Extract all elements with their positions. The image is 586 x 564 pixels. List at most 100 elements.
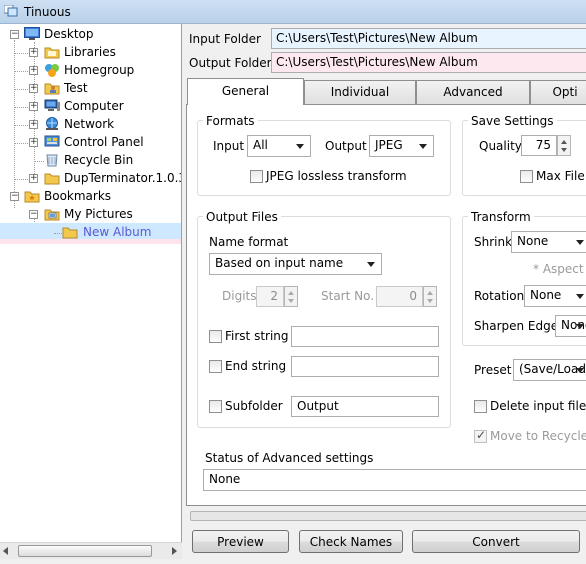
tree-item-dupterminator[interactable]: + DupTerminator.1.0.3.E [0, 170, 181, 188]
first-string-label: First string [225, 329, 289, 343]
tree-item-label: Desktop [44, 27, 94, 41]
tree-item-bookmarks[interactable]: − Bookmarks [0, 188, 181, 206]
tree-item-control-panel[interactable]: + Control Panel [0, 134, 181, 152]
output-format-value: JPEG [375, 138, 403, 152]
tree-item-recycle-bin[interactable]: Recycle Bin [0, 152, 181, 170]
aspect-ratio-note: * Aspect r [533, 262, 586, 276]
delete-input-files-label: Delete input files [490, 399, 586, 413]
preset-select[interactable]: (Save/Load S [513, 359, 586, 381]
check-names-button[interactable]: Check Names [299, 530, 403, 553]
digits-field[interactable]: 2 [256, 286, 284, 307]
collapse-icon[interactable]: − [10, 192, 19, 201]
sharpen-edge-label: Sharpen Edge [474, 319, 559, 333]
start-no-label: Start No. [321, 289, 375, 303]
jpeg-lossless-checkbox[interactable] [250, 170, 263, 183]
quality-stepper[interactable] [557, 135, 571, 156]
scrollbar-thumb[interactable] [18, 545, 152, 557]
tree-item-label: Libraries [64, 45, 116, 59]
folder-icon [44, 173, 60, 185]
end-string-checkbox[interactable] [209, 360, 222, 373]
quality-field[interactable]: 75 [521, 135, 557, 156]
shrink-select[interactable]: None [511, 231, 586, 253]
input-folder-label: Input Folder [189, 32, 261, 46]
transform-group-title: Transform [468, 210, 534, 224]
folder-icon [62, 227, 78, 239]
advanced-status-field: None [203, 469, 586, 491]
tree-item-desktop[interactable]: − Desktop [0, 26, 181, 44]
tree-horizontal-scrollbar[interactable] [0, 542, 182, 559]
first-string-field[interactable] [291, 326, 439, 347]
output-format-label: Output [325, 139, 367, 153]
collapse-icon[interactable]: − [29, 210, 38, 219]
chevron-down-icon [576, 324, 584, 329]
start-no-stepper[interactable] [423, 286, 437, 307]
output-format-select[interactable]: JPEG [369, 135, 434, 157]
formats-group-title: Formats [203, 114, 258, 128]
collapse-icon[interactable]: − [10, 30, 19, 39]
output-folder-field[interactable]: C:\Users\Test\Pictures\New Album [271, 52, 586, 73]
subfolder-label: Subfolder [225, 399, 283, 413]
expand-icon[interactable]: + [29, 138, 38, 147]
rotation-select[interactable]: None [524, 285, 586, 307]
end-string-label: End string [225, 359, 287, 373]
expand-icon[interactable]: + [29, 102, 38, 111]
sharpen-edge-select[interactable]: None [555, 315, 586, 337]
tree-item-homegroup[interactable]: + Homegroup [0, 62, 181, 80]
subfolder-checkbox[interactable] [209, 400, 222, 413]
delete-input-files-checkbox[interactable] [474, 400, 487, 413]
expand-icon[interactable]: + [29, 120, 38, 129]
digits-label: Digits [222, 289, 257, 303]
bookmarks-folder-icon [24, 191, 40, 203]
libraries-icon [44, 47, 60, 59]
folder-tree[interactable]: − Desktop + Libraries + Homegroup + Test… [0, 24, 182, 542]
tab-options[interactable]: Opti [530, 80, 586, 104]
shrink-label: Shrink [474, 235, 513, 249]
preset-label: Preset [474, 363, 512, 377]
tree-item-label: Homegroup [64, 63, 135, 77]
preview-button[interactable]: Preview [192, 530, 289, 553]
subfolder-field[interactable]: Output [291, 396, 439, 417]
max-file-size-checkbox[interactable] [520, 170, 533, 183]
end-string-field[interactable] [291, 356, 439, 377]
name-format-value: Based on input name [215, 256, 344, 270]
tree-item-libraries[interactable]: + Libraries [0, 44, 181, 62]
start-no-field[interactable]: 0 [376, 286, 423, 307]
move-to-recycle-checkbox[interactable] [474, 428, 487, 443]
tree-item-label: Test [64, 81, 88, 95]
tab-advanced[interactable]: Advanced [416, 80, 530, 104]
input-format-value: All [253, 138, 268, 152]
input-folder-field[interactable]: C:\Users\Test\Pictures\New Album [271, 28, 586, 49]
name-format-select[interactable]: Based on input name [209, 253, 382, 275]
convert-button[interactable]: Convert [412, 530, 580, 553]
save-settings-group [462, 120, 586, 196]
expand-icon[interactable]: + [29, 84, 38, 93]
expand-icon[interactable]: + [29, 48, 38, 57]
tree-item-computer[interactable]: + Computer [0, 98, 181, 116]
tree-item-network[interactable]: + Network [0, 116, 181, 134]
tab-individual[interactable]: Individual [304, 80, 416, 104]
tree-item-label: Control Panel [64, 135, 144, 149]
scroll-left-icon[interactable] [2, 547, 10, 555]
name-format-label: Name format [209, 235, 289, 249]
chevron-down-icon [296, 144, 304, 149]
expand-icon[interactable]: + [29, 174, 38, 183]
tree-item-label: New Album [83, 225, 152, 239]
digits-stepper[interactable] [284, 286, 298, 307]
max-file-size-label: Max File S [536, 169, 586, 183]
tree-item-test[interactable]: + Test [0, 80, 181, 98]
tab-general[interactable]: General [187, 78, 304, 105]
input-format-select[interactable]: All [247, 135, 311, 157]
recycle-bin-icon [46, 154, 58, 167]
tree-item-label: Bookmarks [44, 189, 112, 203]
tree-item-label: DupTerminator.1.0.3.E [64, 171, 181, 185]
scroll-right-icon[interactable] [170, 547, 178, 555]
user-folder-icon [44, 83, 60, 95]
tree-item-new-album[interactable]: New Album [0, 224, 181, 242]
first-string-checkbox[interactable] [209, 330, 222, 343]
chevron-down-icon [367, 262, 375, 267]
tree-item-label: Computer [64, 99, 124, 113]
tree-item-my-pictures[interactable]: − My Pictures [0, 206, 181, 224]
window-title: Tinuous [24, 5, 71, 19]
tree-item-label: Recycle Bin [64, 153, 134, 167]
expand-icon[interactable]: + [29, 66, 38, 75]
